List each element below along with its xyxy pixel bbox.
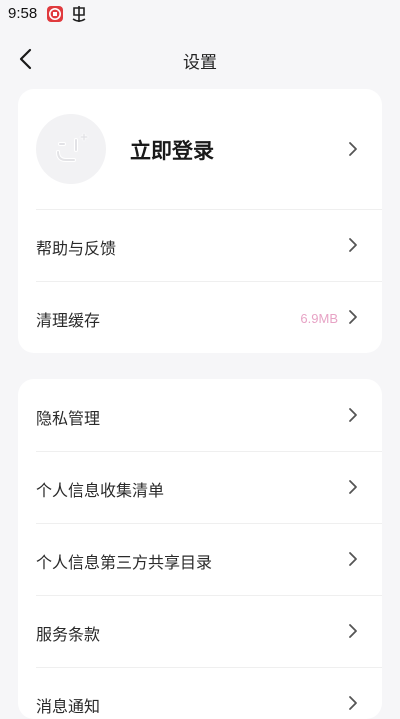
third-party-sharing-row[interactable]: 个人信息第三方共享目录 [18,523,382,595]
chevron-right-icon [349,552,357,566]
smiley-avatar-icon [36,114,106,184]
settings-card: 隐私管理 个人信息收集清单 个人信息第三方共享目录 服务条款 消息通知 [18,379,382,719]
chevron-right-icon [349,696,357,710]
login-row[interactable]: 立即登录 [18,89,382,209]
message-notification-row[interactable]: 消息通知 [18,667,382,719]
third-party-sharing-label: 个人信息第三方共享目录 [36,553,213,572]
chevron-right-icon [349,238,357,252]
privacy-management-label: 隐私管理 [36,409,101,428]
message-notification-label: 消息通知 [36,697,101,716]
page-title: 设置 [183,53,217,73]
terms-of-service-row[interactable]: 服务条款 [18,595,382,667]
privacy-management-row[interactable]: 隐私管理 [18,379,382,451]
login-label: 立即登录 [130,139,214,163]
chevron-right-icon [349,624,357,638]
help-feedback-row[interactable]: 帮助与反馈 [18,209,382,281]
chevron-right-icon [349,480,357,494]
chevron-right-icon [349,142,357,156]
cache-size-value: 6.9MB [300,311,338,326]
help-feedback-label: 帮助与反馈 [36,239,117,258]
clear-cache-row[interactable]: 清理缓存 6.9MB [18,281,382,353]
status-bar: 9:58 [0,0,400,28]
bug-notification-icon [70,5,88,23]
chevron-right-icon [349,408,357,422]
status-time: 9:58 [8,5,38,22]
chevron-right-icon [349,310,357,324]
app-notification-icon [46,5,64,23]
personal-info-collection-label: 个人信息收集清单 [36,481,165,500]
header: 设置 [0,38,400,78]
personal-info-collection-row[interactable]: 个人信息收集清单 [18,451,382,523]
account-card: 立即登录 帮助与反馈 清理缓存 6.9MB [18,89,382,353]
terms-of-service-label: 服务条款 [36,625,101,644]
clear-cache-label: 清理缓存 [36,311,101,330]
